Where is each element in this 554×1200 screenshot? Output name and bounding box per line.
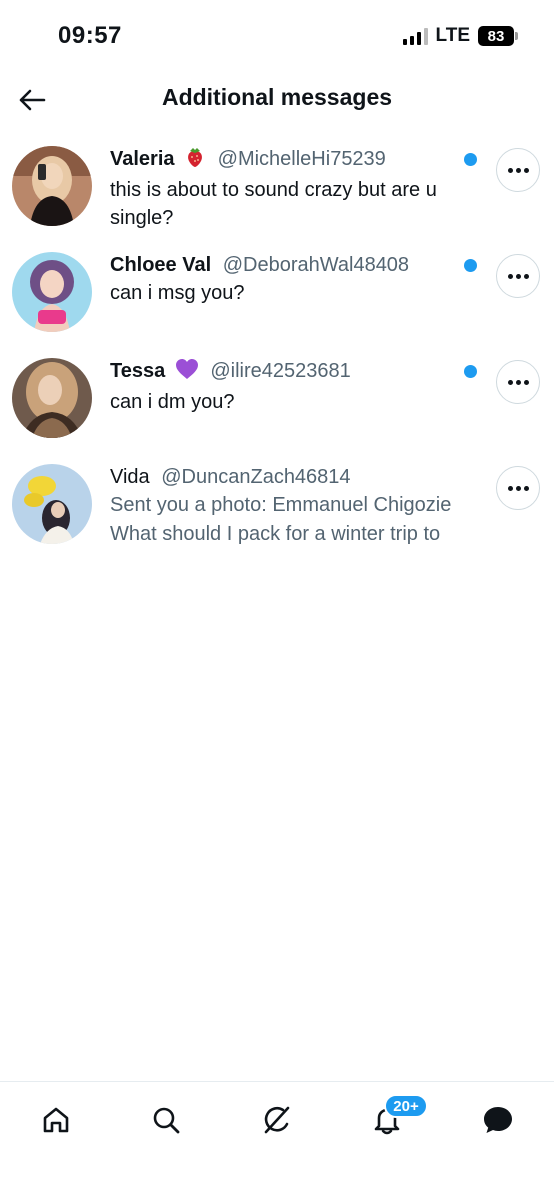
sender-name: Valeria [110,148,175,170]
message-request-item[interactable]: Chloee Val @DeborahWal48408 can i msg yo… [0,246,554,352]
message-content: Vida @DuncanZach46814 Sent you a photo: … [110,464,470,548]
message-list: Valeria @MichelleHi75239 this is about t… [0,140,554,564]
status-indicators: LTE 83 [402,25,518,47]
more-options-button[interactable] [496,466,540,510]
status-bar: 09:57 LTE 83 [0,0,554,72]
sender-name: Tessa [110,360,166,382]
header: Additional messages [0,72,554,128]
avatar [12,252,92,332]
message-content: Tessa @ilire42523681 can i dm you? [110,358,470,416]
message-preview: can i msg you? [110,282,245,304]
message-request-item[interactable]: Tessa @ilire42523681 can i dm you? [0,352,554,458]
more-options-button[interactable] [496,148,540,192]
message-preview: Sent you a photo: Emmanuel Chigozie [110,494,452,516]
tab-grok[interactable] [255,1098,299,1142]
status-time: 09:57 [58,22,122,49]
sender-handle: @DuncanZach46814 [161,466,351,488]
page-title: Additional messages [161,84,393,110]
sender-handle: @ilire42523681 [210,360,351,382]
sender-handle: @DeborahWal48408 [222,254,410,276]
grok-icon [264,1106,290,1134]
unread-indicator [464,153,477,166]
sender-name: Chloee Val [110,254,212,276]
notifications-badge: 20+ [384,1094,428,1118]
battery-level: 83 [487,27,505,45]
network-label: LTE [435,25,470,46]
avatar [12,464,92,544]
purple-heart-icon [175,358,199,387]
messages-icon [484,1107,512,1133]
message-preview-continued: What should I pack for a winter trip to [110,523,441,545]
message-content: Chloee Val @DeborahWal48408 can i msg yo… [110,252,470,307]
message-request-item[interactable]: Valeria @MichelleHi75239 this is about t… [0,140,554,246]
signal-icon [402,27,428,45]
battery-icon: 83 [478,26,518,46]
more-options-button[interactable] [496,254,540,298]
message-request-item[interactable]: Vida @DuncanZach46814 Sent you a photo: … [0,458,554,564]
home-icon [43,1107,69,1133]
avatar [12,146,92,226]
tab-messages[interactable] [476,1098,520,1142]
message-preview: can i dm you? [110,391,235,413]
message-preview: this is about to sound crazy but are u s… [110,179,437,229]
tab-home[interactable] [34,1098,78,1142]
avatar [12,358,92,438]
sender-handle: @MichelleHi75239 [217,148,386,170]
sender-name: Vida [110,466,150,488]
search-icon [153,1107,180,1134]
unread-indicator [464,365,477,378]
strawberry-icon [184,146,206,175]
message-content: Valeria @MichelleHi75239 this is about t… [110,146,470,232]
tab-search[interactable] [144,1098,188,1142]
unread-indicator [464,259,477,272]
bottom-tab-bar: 20+ [0,1081,554,1200]
more-options-button[interactable] [496,360,540,404]
